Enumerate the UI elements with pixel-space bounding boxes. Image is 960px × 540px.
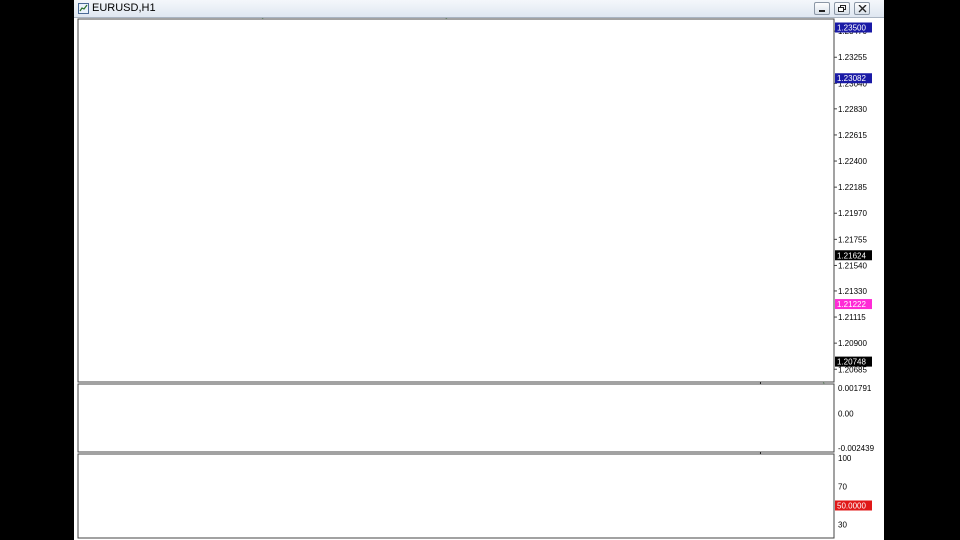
rsi-level-label: 50.0000	[837, 502, 866, 511]
panel-frame-3	[77, 453, 835, 539]
hline-tag-label: 1.23082	[837, 74, 866, 83]
hline-tag-label: 1.21222	[837, 300, 866, 309]
chart-window-icon	[78, 3, 89, 14]
window-titlebar[interactable]: EURUSD,H1	[74, 0, 884, 18]
y-tick-label: 1.22830	[838, 105, 867, 114]
minimize-button[interactable]	[814, 2, 830, 15]
rsi-tick-label: 100	[838, 454, 852, 463]
rsi-tick-label: 70	[838, 483, 847, 492]
y-tick-label: 1.22400	[838, 157, 867, 166]
y-tick-label: 1.20900	[838, 339, 867, 348]
y-tick-label: 1.23255	[838, 53, 867, 62]
panel-frame-2	[77, 383, 835, 453]
restore-icon	[838, 5, 846, 12]
y-tick-label: 1.22185	[838, 183, 867, 192]
y-tick-label: 1.21540	[838, 261, 867, 270]
y-tick-label: 1.21330	[838, 287, 867, 296]
hline-tag-label: 1.23500	[837, 23, 866, 32]
chart-window: EURUSD,H1 1.234701.232551.230401.228301.…	[74, 0, 884, 540]
close-icon	[858, 5, 867, 13]
macd-tick-label: 0.00	[838, 409, 854, 418]
panel-frame-1	[77, 18, 835, 383]
y-tick-label: 1.21970	[838, 209, 867, 218]
y-tick-label: 1.21115	[838, 313, 866, 322]
macd-tick-label: 0.001791	[838, 384, 872, 393]
minimize-icon	[819, 10, 825, 12]
rsi-tick-label: 30	[838, 521, 847, 530]
close-button[interactable]	[854, 2, 870, 15]
trading-chart[interactable]: 1.234701.232551.230401.228301.226151.224…	[74, 18, 884, 540]
last-price-label: 1.20748	[837, 358, 866, 367]
window-title: EURUSD,H1	[92, 2, 156, 14]
y-tick-label: 1.22615	[838, 131, 867, 140]
restore-button[interactable]	[834, 2, 850, 15]
y-tick-label: 1.21755	[838, 235, 867, 244]
hline-tag-label: 1.21624	[837, 251, 866, 260]
macd-tick-label: -0.002439	[838, 444, 875, 453]
